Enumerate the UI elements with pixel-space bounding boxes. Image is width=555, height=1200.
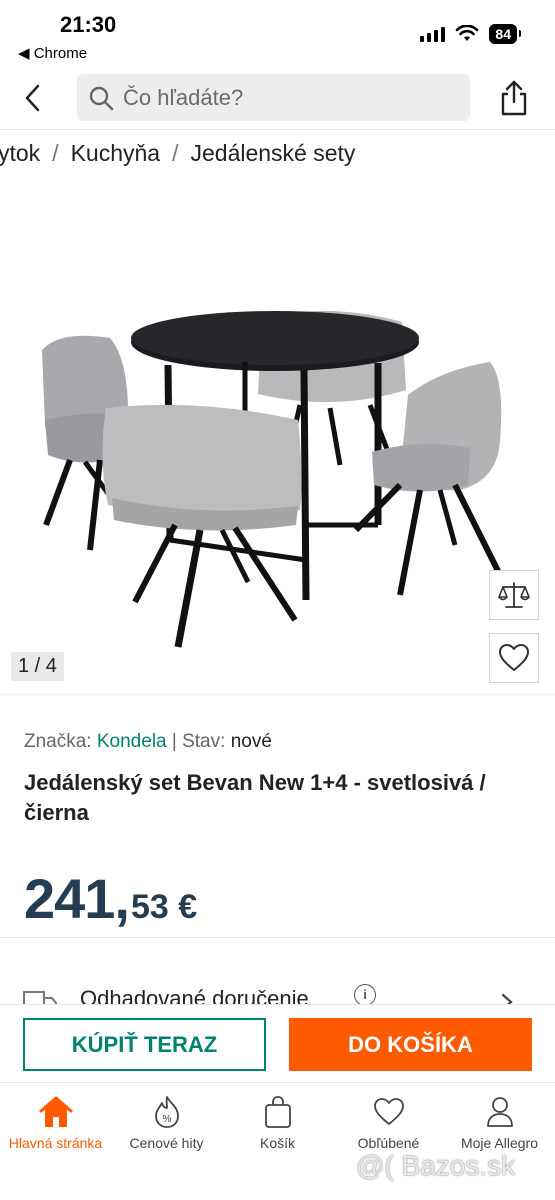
nav-my-allegro[interactable]: Moje Allegro [444,1093,555,1151]
user-icon [486,1097,513,1127]
app-header: Čo hľadáte? [0,66,555,130]
price-hits-icon: % [154,1096,179,1128]
share-icon [501,80,527,116]
wifi-icon [456,25,479,41]
scales-icon [498,582,530,608]
share-button[interactable] [494,76,534,120]
breadcrumb-item[interactable]: Jedálenské sety [190,140,355,166]
product-gallery[interactable]: 1 / 4 [0,180,555,695]
product-image [42,310,503,648]
back-button[interactable] [16,80,48,116]
search-icon [87,84,115,112]
price-major: 241, [24,867,130,930]
chevron-right-icon [501,993,513,1004]
signal-icon [420,26,446,42]
chevron-left-icon [25,84,40,112]
buy-now-button[interactable]: KÚPIŤ TERAZ [23,1018,266,1071]
delivery-label: Odhadované doručenie [80,986,309,1004]
info-icon[interactable]: i [354,984,376,1004]
product-title: Jedálenský set Bevan New 1+4 - svetlosiv… [24,770,486,825]
nav-label: Hlavná stránka [8,1135,103,1151]
battery-indicator: 84 [489,24,521,44]
nav-price-hits[interactable]: % Cenové hity [111,1093,222,1151]
truck-icon [23,991,57,1004]
svg-text:%: % [162,1114,171,1125]
condition-value: nové [230,731,272,752]
back-to-app-link[interactable]: ◀ Chrome [18,44,87,62]
brand-condition-line: Značka: Kondela | Stav: nové [24,731,272,753]
nav-label: Cenové hity [129,1135,204,1151]
purchase-bar: KÚPIŤ TERAZ DO KOŠÍKA [0,1004,555,1082]
heart-icon [499,644,529,671]
breadcrumb-item[interactable]: Kuchyňa [71,140,161,166]
brand-label: Značka: [24,731,92,752]
nav-label: Košík [259,1135,295,1151]
cart-bag-icon [264,1096,291,1128]
condition-label: Stav: [182,731,226,752]
separator: | [171,731,177,752]
status-icons: 84 [420,24,521,44]
nav-label: Obľúbené [357,1135,420,1151]
status-time: 21:30 [60,12,117,37]
search-input[interactable]: Čo hľadáte? [77,74,470,121]
watermark: @( Bazos.sk [356,1150,516,1181]
compare-button[interactable] [489,570,539,620]
nav-cart[interactable]: Košík [222,1093,333,1151]
price: 241,53 € [24,866,197,931]
breadcrumb-separator: / [172,140,179,166]
divider [0,937,555,938]
nav-favorites[interactable]: Obľúbené [333,1093,444,1151]
breadcrumb-separator: / [52,140,59,166]
brand-link[interactable]: Kondela [97,731,167,752]
photo-counter: 1 / 4 [11,652,64,681]
breadcrumb-item[interactable]: ytok [0,140,40,166]
nav-home[interactable]: Hlavná stránka [0,1093,111,1151]
search-placeholder: Čo hľadáte? [123,84,244,110]
price-minor: 53 € [131,888,198,926]
status-bar: 21:30 ◀ Chrome 84 [0,0,555,66]
heart-icon [373,1098,404,1125]
home-icon [39,1096,72,1127]
favorite-button[interactable] [489,633,539,683]
breadcrumb: ytok / Kuchyňa / Jedálenské sety [0,140,355,167]
bottom-navigation: Hlavná stránka % Cenové hity Košík Obľúb… [0,1082,555,1200]
add-to-cart-button[interactable]: DO KOŠÍKA [289,1018,532,1071]
delivery-row[interactable]: Odhadované doručenie i [0,978,555,1004]
nav-label: Moje Allegro [460,1135,539,1151]
